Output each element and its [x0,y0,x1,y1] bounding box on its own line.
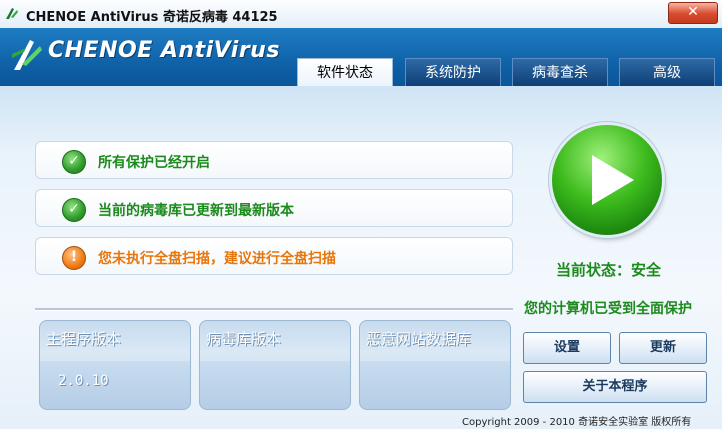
tab-advanced[interactable]: 高级 [619,58,715,86]
tab-virus-scan[interactable]: 病毒查杀 [512,58,608,86]
check-icon: ✓ [62,150,86,174]
play-icon [592,155,634,205]
panel-virus-db-version: 病毒库版本 [199,320,351,410]
protection-message: 您的计算机已受到全面保护 [524,301,692,317]
brand-name: CHENOE AntiVirus [48,38,280,63]
app-logo-icon [6,8,18,19]
about-button[interactable]: 关于本程序 [523,371,707,403]
panel-malicious-site-db: 恶意网站数据库 [359,320,511,410]
status-text: 当前的病毒库已更新到最新版本 [98,203,294,219]
window-title: CHENOE AntiVirus 奇诺反病毒 44125 [26,10,278,25]
current-status: 当前状态：安全 [556,261,662,279]
tab-software-status[interactable]: 软件状态 [297,58,393,88]
close-button[interactable]: ✕ [668,2,718,24]
tab-label: 软件状态 [317,65,373,81]
close-icon: ✕ [687,4,699,20]
status-item-virus-db: ✓ 当前的病毒库已更新到最新版本 [35,189,513,227]
tab-label: 高级 [653,65,681,81]
panel-value: 2.0.10 [58,373,109,389]
panel-title: 病毒库版本 [206,330,282,348]
status-text: 所有保护已经开启 [98,155,210,171]
brand-logo-icon [12,40,42,70]
exclamation-icon: ! [62,246,86,270]
update-button[interactable]: 更新 [619,332,707,364]
tab-label: 系统防护 [425,65,481,81]
app-window: CHENOE AntiVirus 奇诺反病毒 44125 ✕ CHENOE An… [0,0,722,429]
tab-system-protection[interactable]: 系统防护 [405,58,501,86]
app-header: CHENOE AntiVirus 软件状态 系统防护 病毒查杀 高级 [0,28,722,88]
title-bar: CHENOE AntiVirus 奇诺反病毒 44125 ✕ [0,0,722,29]
status-text: 您未执行全盘扫描，建议进行全盘扫描 [98,251,336,267]
panel-title: 恶意网站数据库 [366,330,472,348]
copyright-text: Copyright 2009 - 2010 奇诺安全实验室 版权所有 [462,417,692,428]
divider [35,308,513,311]
start-scan-play-button[interactable] [552,125,662,235]
panel-main-version: 主程序版本 2.0.10 [39,320,191,410]
settings-button[interactable]: 设置 [523,332,611,364]
check-icon: ✓ [62,198,86,222]
status-item-protection: ✓ 所有保护已经开启 [35,141,513,179]
status-item-full-scan[interactable]: ! 您未执行全盘扫描，建议进行全盘扫描 [35,237,513,275]
tab-label: 病毒查杀 [532,65,588,81]
panel-title: 主程序版本 [46,330,122,348]
